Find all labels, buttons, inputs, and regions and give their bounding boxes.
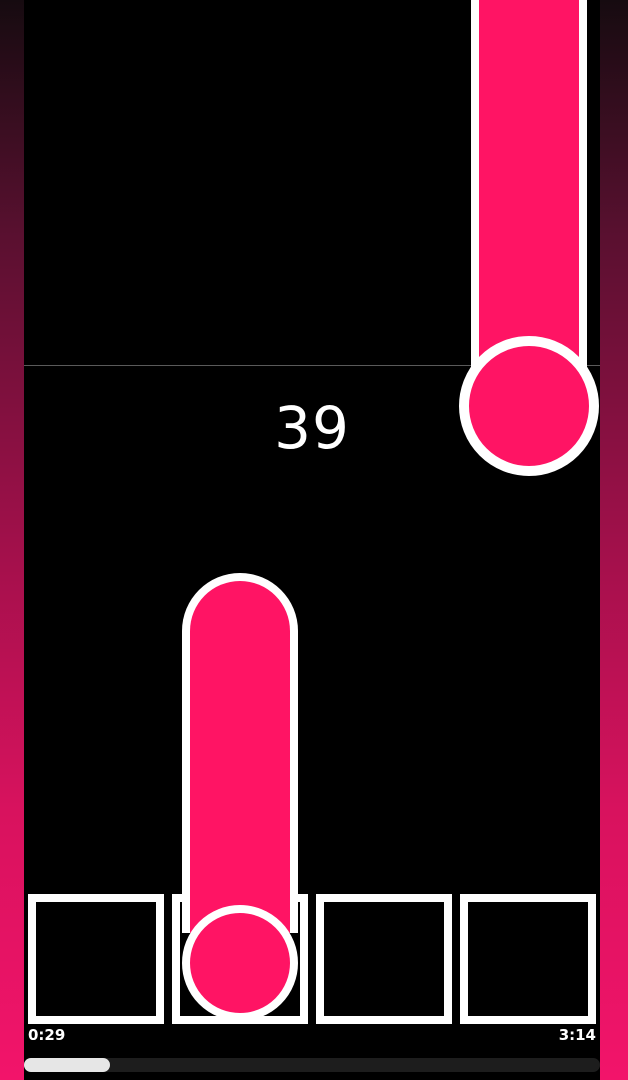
game-playfield[interactable]: 39 0:29 3:14 bbox=[24, 0, 600, 1080]
lane-target-1[interactable] bbox=[28, 894, 164, 1024]
long-note-lane-2-head[interactable] bbox=[182, 905, 298, 1021]
left-edge-gradient bbox=[0, 0, 24, 1080]
total-time: 3:14 bbox=[558, 1026, 596, 1044]
score-counter: 39 bbox=[274, 394, 350, 462]
song-progress-bar[interactable] bbox=[24, 1058, 600, 1072]
long-note-lane-4-body[interactable] bbox=[471, 0, 587, 370]
lane-target-3[interactable] bbox=[316, 894, 452, 1024]
elapsed-time: 0:29 bbox=[28, 1026, 66, 1044]
lane-target-4[interactable] bbox=[460, 894, 596, 1024]
right-edge-gradient bbox=[600, 0, 628, 1080]
song-progress-fill bbox=[24, 1058, 110, 1072]
long-note-lane-4-head[interactable] bbox=[459, 336, 599, 476]
long-note-lane-2-body[interactable] bbox=[182, 573, 298, 933]
